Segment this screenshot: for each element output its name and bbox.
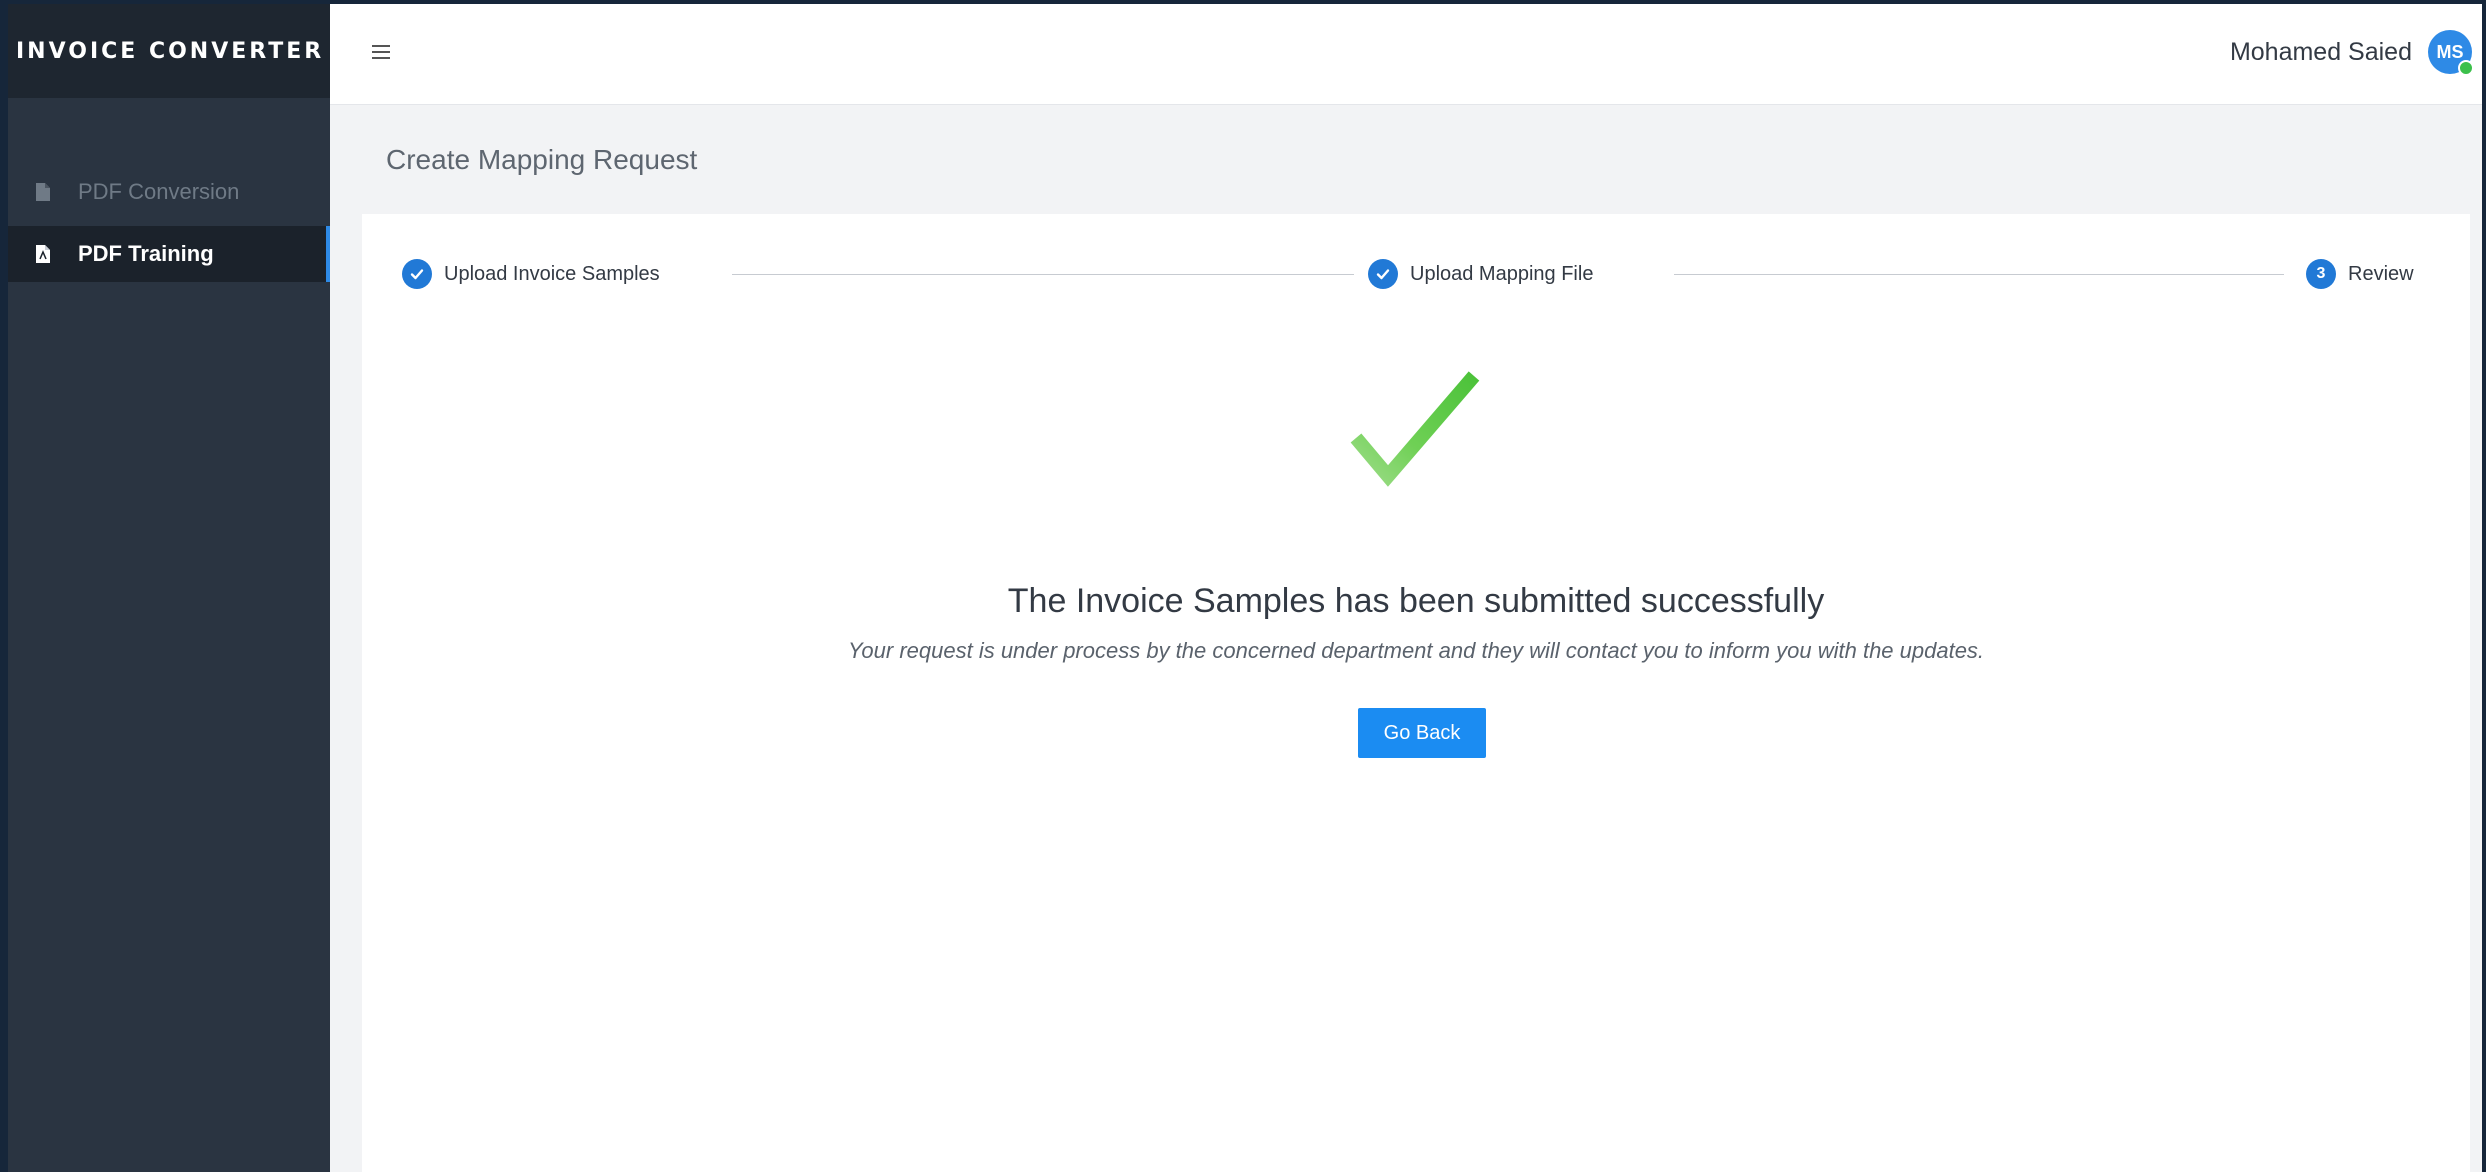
sidebar: INVOICE CONVERTER PDF Conversion PDF Tra… <box>8 4 330 1172</box>
step-upload-mapping-file[interactable]: Upload Mapping File <box>1368 254 1604 294</box>
avatar-initials: MS <box>2436 41 2464 62</box>
sidebar-item-label: PDF Conversion <box>78 179 240 204</box>
avatar[interactable]: MS <box>2428 30 2474 76</box>
step-upload-invoice-samples[interactable]: Upload Invoice Samples <box>402 254 670 294</box>
sidebar-item-label: PDF Training <box>78 241 214 266</box>
page-title: Create Mapping Request <box>386 144 698 175</box>
user-menu[interactable]: Mohamed Saied MS <box>2230 30 2474 76</box>
step-number: 3 <box>2306 259 2336 289</box>
hamburger-icon[interactable] <box>370 40 394 64</box>
step-label: Upload Mapping File <box>1410 262 1594 285</box>
step-connector <box>1674 274 2284 275</box>
pdf-file-icon <box>30 244 56 264</box>
stepper: Upload Invoice Samples Upload Mapping Fi… <box>402 254 2434 294</box>
success-title: The Invoice Samples has been submitted s… <box>1007 582 1825 620</box>
sidebar-item-pdf-conversion[interactable]: PDF Conversion <box>8 164 330 220</box>
top-header: Mohamed Saied MS <box>330 4 2482 105</box>
pdf-file-icon <box>30 182 56 202</box>
go-back-button[interactable]: Go Back <box>1358 708 1486 758</box>
user-name[interactable]: Mohamed Saied <box>2230 38 2412 67</box>
checkmark-icon <box>1342 364 1492 494</box>
app-window: INVOICE CONVERTER PDF Conversion PDF Tra… <box>8 4 2482 1172</box>
success-message: Your request is under process by the con… <box>847 638 1985 663</box>
app-title: INVOICE CONVERTER <box>8 4 330 98</box>
step-label: Upload Invoice Samples <box>444 262 660 285</box>
content-card: Upload Invoice Samples Upload Mapping Fi… <box>362 214 2470 1172</box>
step-connector <box>732 274 1354 275</box>
check-icon <box>1368 259 1398 289</box>
online-status-indicator <box>2458 60 2474 76</box>
step-label: Review <box>2348 262 2414 285</box>
step-review[interactable]: 3 Review <box>2300 254 2414 294</box>
check-icon <box>402 259 432 289</box>
sidebar-item-pdf-training[interactable]: PDF Training <box>8 226 330 282</box>
